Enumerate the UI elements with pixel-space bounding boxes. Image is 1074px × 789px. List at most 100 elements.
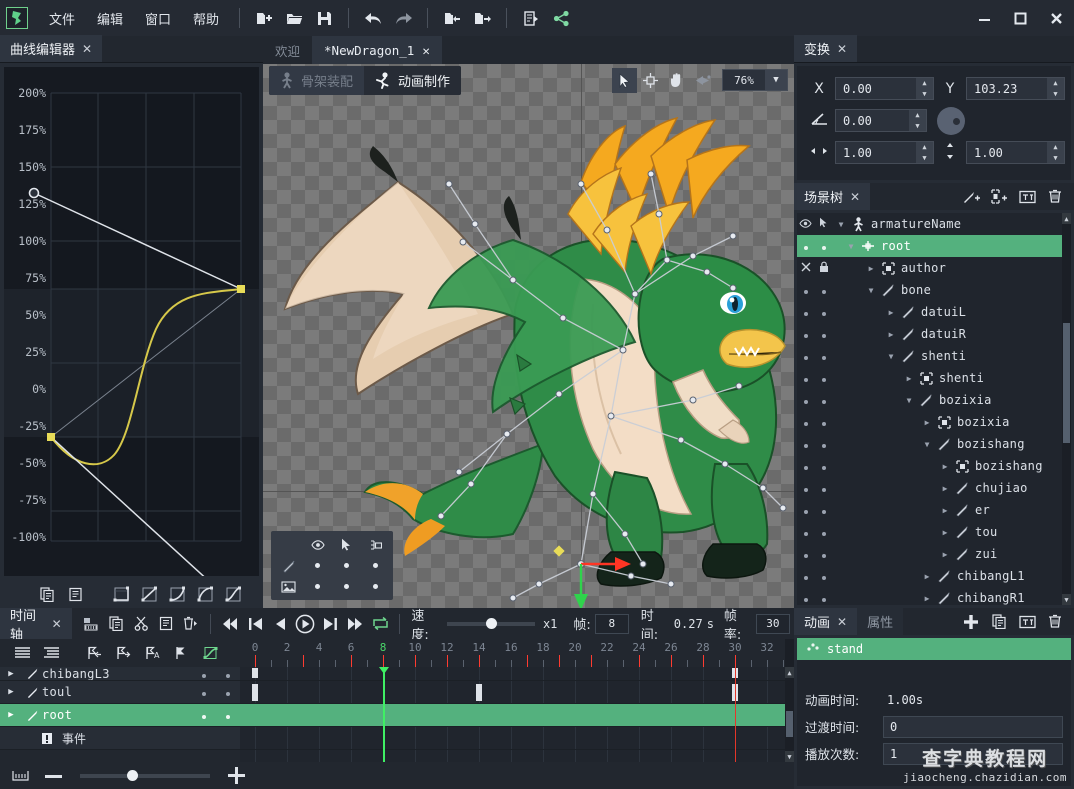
keyframe-marker[interactable] xyxy=(252,684,258,701)
share-icon[interactable] xyxy=(548,5,574,31)
chevron-right-icon[interactable]: ▶ xyxy=(937,550,953,559)
new-file-icon[interactable] xyxy=(251,5,277,31)
timeline-rows[interactable] xyxy=(240,667,794,762)
fps-input[interactable]: 30 xyxy=(755,613,790,634)
menu-file[interactable]: 文件 xyxy=(38,5,86,32)
skip-to-start-icon[interactable] xyxy=(218,611,243,637)
maximize-button[interactable] xyxy=(1002,0,1038,36)
rename-icon[interactable] xyxy=(1014,610,1040,634)
close-icon[interactable]: ✕ xyxy=(422,43,430,58)
add-slot-icon[interactable] xyxy=(986,185,1012,209)
position-y-input[interactable]: 103.23 ▲ ▼ xyxy=(966,77,1065,100)
zoom-out-icon[interactable] xyxy=(41,764,66,788)
linear-curve-icon[interactable] xyxy=(108,582,134,606)
scale-x-stepper[interactable]: ▲ ▼ xyxy=(916,142,933,163)
mesh-weight-icon[interactable] xyxy=(690,68,715,93)
tab-transform[interactable]: 变换 ✕ xyxy=(794,35,858,62)
chevron-right-icon[interactable]: ▶ xyxy=(863,264,879,273)
track-key-dot[interactable] xyxy=(192,708,216,722)
curve-graph-icon[interactable] xyxy=(198,641,223,665)
curve-editor-canvas[interactable]: 200% 175% 150% 125% 100% 75% 50% 25% 0% … xyxy=(4,67,259,576)
tree-node-chujiao[interactable]: ▶ chujiao xyxy=(797,477,1062,499)
track-row-root[interactable]: ▶ root xyxy=(0,704,240,727)
scene-tree-scrollbar[interactable]: ▲ ▼ xyxy=(1062,213,1071,605)
tree-node-zui[interactable]: ▶ zui xyxy=(797,543,1062,565)
chevron-down-icon[interactable]: ▼ xyxy=(843,242,859,251)
visibility-toggle[interactable] xyxy=(797,349,814,363)
step-forward-icon[interactable] xyxy=(318,611,343,637)
chevron-down-icon[interactable]: ▼ xyxy=(863,286,879,295)
expand-icon[interactable]: ▶ xyxy=(0,687,22,697)
visibility-toggle[interactable] xyxy=(797,437,814,451)
scroll-up-arrow-icon[interactable]: ▲ xyxy=(785,667,794,678)
chevron-down-icon[interactable]: ▼ xyxy=(765,70,787,90)
tab-curve-editor[interactable]: 曲线编辑器 ✕ xyxy=(0,35,103,62)
close-icon[interactable]: ✕ xyxy=(837,615,847,629)
image-lock-toggle[interactable] xyxy=(361,576,390,597)
lock-toggle[interactable] xyxy=(814,525,833,539)
tree-node-datuiR[interactable]: ▶ datuiR xyxy=(797,323,1062,345)
export-document-icon[interactable] xyxy=(518,5,544,31)
tab-animation[interactable]: 动画 ✕ xyxy=(794,608,858,635)
visibility-toggle-hidden[interactable] xyxy=(797,261,814,275)
lock-toggle[interactable] xyxy=(814,481,833,495)
lock-toggle[interactable] xyxy=(814,305,833,319)
visibility-toggle[interactable] xyxy=(797,327,814,341)
mode-animation-button[interactable]: 动画制作 xyxy=(364,65,462,95)
close-icon[interactable]: ✕ xyxy=(82,42,92,56)
visibility-toggle[interactable] xyxy=(797,569,814,583)
track-row[interactable]: ▶ toul xyxy=(0,681,240,704)
keyframe-tween-icon[interactable] xyxy=(79,611,104,637)
lock-toggle[interactable] xyxy=(814,415,833,429)
lock-toggle[interactable] xyxy=(814,349,833,363)
import-icon[interactable] xyxy=(439,5,465,31)
pivot-target-icon[interactable] xyxy=(638,68,663,93)
prev-keyframe-icon[interactable] xyxy=(243,611,268,637)
tree-node-datuiL[interactable]: ▶ datuiL xyxy=(797,301,1062,323)
lock-toggle[interactable] xyxy=(814,371,833,385)
chevron-right-icon[interactable]: ▶ xyxy=(937,484,953,493)
frame-range-icon[interactable] xyxy=(8,764,33,788)
export-icon[interactable] xyxy=(469,5,495,31)
visibility-toggle[interactable] xyxy=(797,239,814,253)
tree-node-author[interactable]: ▶ author xyxy=(797,257,1062,279)
tree-node-chibangR1[interactable]: ▶ chibangR1 xyxy=(797,587,1062,605)
lock-toggle[interactable] xyxy=(814,503,833,517)
position-x-stepper[interactable]: ▲ ▼ xyxy=(916,78,933,99)
chevron-right-icon[interactable]: ▶ xyxy=(883,308,899,317)
save-icon[interactable] xyxy=(311,5,337,31)
duplicate-icon[interactable] xyxy=(986,610,1012,634)
bone-lock-toggle[interactable] xyxy=(361,555,390,576)
tree-node-tou[interactable]: ▶ tou xyxy=(797,521,1062,543)
chevron-down-icon[interactable]: ▼ xyxy=(919,440,935,449)
tab-welcome[interactable]: 欢迎 xyxy=(263,36,313,64)
track-key-dot[interactable] xyxy=(216,667,240,680)
lock-toggle[interactable] xyxy=(814,283,833,297)
scale-y-stepper[interactable]: ▲ ▼ xyxy=(1047,142,1064,163)
chevron-right-icon[interactable]: ▶ xyxy=(937,528,953,537)
scroll-down-arrow-icon[interactable]: ▼ xyxy=(785,751,794,762)
position-y-stepper[interactable]: ▲ ▼ xyxy=(1047,78,1064,99)
next-key-flag-icon[interactable] xyxy=(111,641,136,665)
copy-curve-icon[interactable] xyxy=(34,582,60,606)
lock-toggle[interactable] xyxy=(814,393,833,407)
menu-edit[interactable]: 编辑 xyxy=(86,5,134,32)
visibility-toggle[interactable] xyxy=(797,371,814,385)
add-text-icon[interactable] xyxy=(1014,185,1040,209)
image-visibility-toggle[interactable] xyxy=(303,576,332,597)
timeline-row[interactable] xyxy=(240,667,794,681)
list-view-icon[interactable] xyxy=(10,641,35,665)
redo-icon[interactable] xyxy=(390,5,416,31)
rotation-input[interactable]: 0.00 ▲ ▼ xyxy=(835,109,927,132)
ease-in-out-curve-icon[interactable] xyxy=(220,582,246,606)
zoom-control[interactable]: 76% ▼ xyxy=(722,69,788,91)
paste-curve-icon[interactable] xyxy=(62,582,88,606)
ease-curve-icon[interactable] xyxy=(136,582,162,606)
lock-toggle-locked[interactable] xyxy=(814,261,833,276)
expand-icon[interactable]: ▶ xyxy=(0,710,22,720)
chevron-right-icon[interactable]: ▶ xyxy=(919,572,935,581)
rotation-stepper[interactable]: ▲ ▼ xyxy=(909,110,926,131)
zoom-in-icon[interactable] xyxy=(224,764,249,788)
ease-in-curve-icon[interactable] xyxy=(164,582,190,606)
lock-toggle[interactable] xyxy=(814,591,833,605)
